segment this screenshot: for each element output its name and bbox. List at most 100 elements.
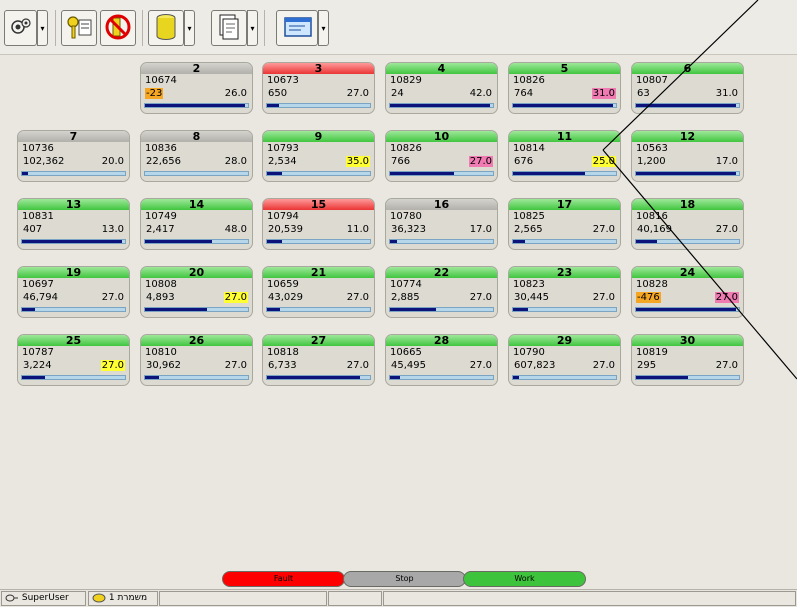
station-tile[interactable]: 29 10790 607,823 27.0: [508, 334, 621, 386]
station-tile[interactable]: 18 10816 40,169 27.0: [631, 198, 744, 250]
station-progress-fill: [145, 240, 212, 243]
station-count: 4,893: [146, 292, 175, 303]
station-count: 1,200: [637, 156, 666, 167]
station-progress-fill: [22, 240, 122, 243]
station-id: 10794: [267, 211, 299, 222]
station-count: 20,539: [268, 224, 303, 235]
database-dropdown[interactable]: ▾: [184, 10, 195, 46]
station-tile[interactable]: 30 10819 295 27.0: [631, 334, 744, 386]
station-tile[interactable]: 4 10829 24 42.0: [385, 62, 498, 114]
station-number: 24: [632, 267, 743, 278]
station-progress-fill: [390, 308, 437, 311]
database-icon: [155, 13, 177, 44]
document-icon: [218, 13, 240, 44]
key-button[interactable]: [61, 10, 97, 46]
station-tile[interactable]: 11 10814 676 25.0: [508, 130, 621, 182]
station-value: 48.0: [224, 224, 247, 235]
station-number: 8: [141, 131, 252, 142]
station-progress-fill: [390, 240, 398, 243]
station-count: 30,962: [146, 360, 181, 371]
station-progress-bar: [635, 239, 740, 244]
database-button[interactable]: [148, 10, 184, 46]
status-user: SuperUser: [1, 591, 86, 606]
station-tile[interactable]: 8 10836 22,656 28.0: [140, 130, 253, 182]
station-tile[interactable]: 20 10808 4,893 27.0: [140, 266, 253, 318]
station-number: 21: [263, 267, 374, 278]
station-count: 24: [391, 88, 404, 99]
station-progress-fill: [267, 172, 283, 175]
station-progress-bar: [144, 307, 249, 312]
station-progress-fill: [513, 376, 520, 379]
settings-button[interactable]: [4, 10, 37, 46]
station-value: 17.0: [469, 224, 492, 235]
station-count: 2,534: [268, 156, 297, 167]
station-tile[interactable]: 2 10674 -23 26.0: [140, 62, 253, 114]
station-tile[interactable]: 17 10825 2,565 27.0: [508, 198, 621, 250]
station-number: 25: [18, 335, 129, 346]
forbidden-button[interactable]: [100, 10, 136, 46]
station-tile[interactable]: 3 10673 650 27.0: [262, 62, 375, 114]
station-progress-fill: [513, 172, 586, 175]
station-value: 17.0: [715, 156, 738, 167]
station-id: 10836: [145, 143, 177, 154]
station-progress-bar: [389, 103, 494, 108]
station-number: 12: [632, 131, 743, 142]
station-progress-bar: [144, 239, 249, 244]
window-dropdown[interactable]: ▾: [318, 10, 329, 46]
station-progress-bar: [389, 375, 494, 380]
station-number: 2: [141, 63, 252, 74]
station-tile[interactable]: 5 10826 764 31.0: [508, 62, 621, 114]
station-tile[interactable]: 26 10810 30,962 27.0: [140, 334, 253, 386]
station-value: 27.0: [346, 292, 369, 303]
station-progress-fill: [390, 104, 490, 107]
station-tile[interactable]: 15 10794 20,539 11.0: [262, 198, 375, 250]
report-button[interactable]: [211, 10, 247, 46]
station-tile[interactable]: 12 10563 1,200 17.0: [631, 130, 744, 182]
station-value: 27.0: [469, 292, 492, 303]
station-progress-bar: [389, 307, 494, 312]
station-count: -476: [636, 292, 661, 303]
station-id: 10793: [267, 143, 299, 154]
station-id: 10818: [267, 347, 299, 358]
station-tile[interactable]: 10 10826 766 27.0: [385, 130, 498, 182]
station-tile[interactable]: 16 10780 36,323 17.0: [385, 198, 498, 250]
settings-dropdown[interactable]: ▾: [37, 10, 48, 46]
station-tile[interactable]: 21 10659 43,029 27.0: [262, 266, 375, 318]
station-progress-fill: [636, 240, 657, 243]
station-tile[interactable]: 27 10818 6,733 27.0: [262, 334, 375, 386]
window-button[interactable]: [276, 10, 318, 46]
legend-fault: Fault: [222, 571, 345, 587]
station-count: 766: [391, 156, 411, 167]
station-tile[interactable]: 6 10807 63 31.0: [631, 62, 744, 114]
station-tile[interactable]: 19 10697 46,794 27.0: [17, 266, 130, 318]
station-value: 11.0: [346, 224, 369, 235]
station-progress-bar: [144, 375, 249, 380]
station-tile[interactable]: 23 10823 30,445 27.0: [508, 266, 621, 318]
station-tile[interactable]: 28 10665 45,495 27.0: [385, 334, 498, 386]
station-progress-fill: [513, 240, 526, 243]
report-dropdown[interactable]: ▾: [247, 10, 258, 46]
station-id: 10659: [267, 279, 299, 290]
station-id: 10829: [390, 75, 422, 86]
station-tile[interactable]: 13 10831 407 13.0: [17, 198, 130, 250]
station-tile[interactable]: 9 10793 2,534 35.0: [262, 130, 375, 182]
station-value: 27.0: [346, 88, 369, 99]
station-tile[interactable]: 7 10736 102,362 20.0: [17, 130, 130, 182]
station-progress-bar: [389, 171, 494, 176]
station-count: 407: [23, 224, 43, 235]
station-value: 27.0: [100, 360, 125, 371]
station-tile[interactable]: 25 10787 3,224 27.0: [17, 334, 130, 386]
gear-icon: [9, 15, 33, 42]
station-count: 46,794: [23, 292, 58, 303]
station-progress-fill: [513, 308, 529, 311]
station-tile[interactable]: 24 10828 -476 27.0: [631, 266, 744, 318]
station-progress-bar: [512, 375, 617, 380]
station-progress-fill: [267, 104, 280, 107]
status-bar: SuperUser 1 משמרת: [0, 589, 797, 607]
station-number: 4: [386, 63, 497, 74]
user-icon: [5, 593, 22, 603]
station-tile[interactable]: 14 10749 2,417 48.0: [140, 198, 253, 250]
station-tile[interactable]: 22 10774 2,885 27.0: [385, 266, 498, 318]
station-value: 27.0: [592, 224, 615, 235]
station-id: 10828: [636, 279, 668, 290]
